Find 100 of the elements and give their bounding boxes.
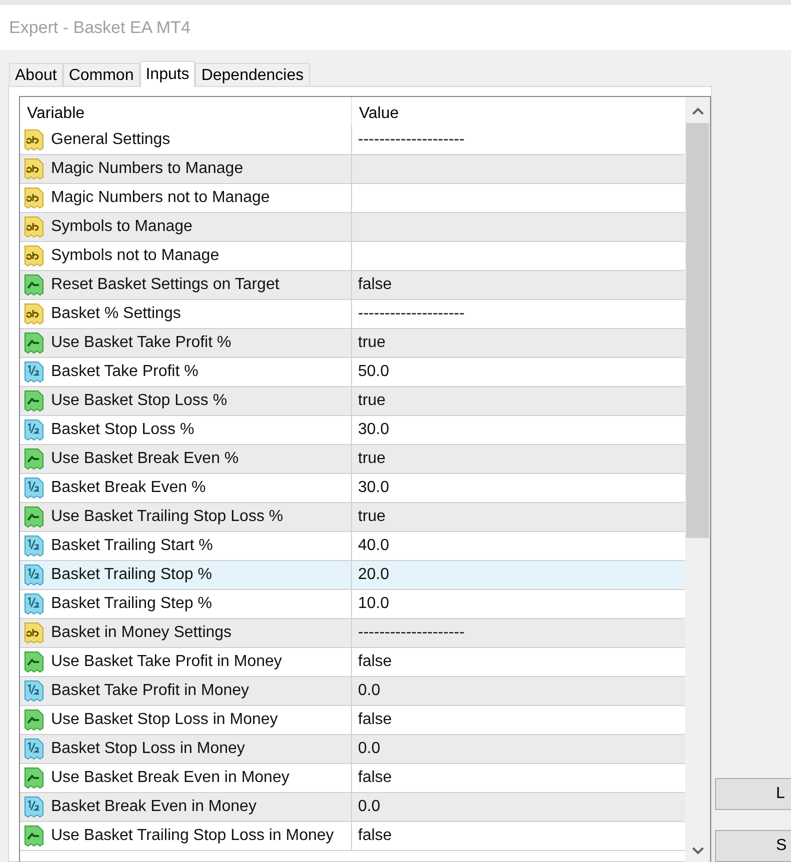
variable-name: Symbols not to Manage: [51, 246, 220, 266]
table-row[interactable]: Symbols to Manage: [20, 213, 685, 242]
toggle-type-icon: [23, 650, 45, 674]
number-type-icon: [23, 563, 45, 587]
scroll-thumb[interactable]: [686, 123, 709, 538]
variable-name: Basket Trailing Start %: [51, 536, 213, 556]
table-row[interactable]: Symbols not to Manage: [20, 242, 685, 271]
table-row[interactable]: Basket % Settings --------------------: [20, 300, 685, 329]
variable-value: 20.0: [358, 565, 390, 585]
table-row[interactable]: Basket Take Profit in Money 0.0: [20, 677, 685, 706]
dialog-button[interactable]: S: [715, 830, 791, 862]
variable-name: Basket Trailing Stop %: [51, 565, 212, 585]
tab[interactable]: Common: [62, 63, 140, 86]
window-title: Expert - Basket EA MT4: [9, 16, 190, 39]
variable-value: false: [358, 652, 392, 672]
table-row[interactable]: Use Basket Break Even % true: [20, 445, 685, 474]
table-row[interactable]: General Settings --------------------: [20, 126, 685, 155]
tab[interactable]: Inputs: [140, 61, 196, 87]
toggle-type-icon: [23, 708, 45, 732]
tab[interactable]: About: [9, 63, 63, 86]
variable-value: true: [358, 507, 386, 527]
variable-name: Basket Take Profit %: [51, 362, 198, 382]
table-row[interactable]: Basket Stop Loss in Money 0.0: [20, 735, 685, 764]
table-row[interactable]: Basket Trailing Start % 40.0: [20, 532, 685, 561]
variable-value: 0.0: [358, 681, 380, 701]
variable-value: true: [358, 391, 386, 411]
variable-name: Basket Stop Loss in Money: [51, 739, 245, 759]
string-type-icon: [23, 621, 45, 645]
variable-name: Use Basket Trailing Stop Loss %: [51, 507, 284, 527]
table-row[interactable]: Magic Numbers to Manage: [20, 155, 685, 184]
variable-value: 0.0: [358, 797, 380, 817]
variable-value: 0.0: [358, 739, 380, 759]
table-row[interactable]: Use Basket Take Profit in Money false: [20, 648, 685, 677]
scroll-up-icon[interactable]: [692, 107, 704, 115]
variable-name: Use Basket Stop Loss %: [51, 391, 228, 411]
variable-value: 30.0: [358, 420, 390, 440]
variable-value: --------------------: [358, 623, 465, 643]
variable-name: Use Basket Take Profit %: [51, 333, 232, 353]
number-type-icon: [23, 476, 45, 500]
variable-value: --------------------: [358, 304, 465, 324]
toggle-type-icon: [23, 389, 45, 413]
toggle-type-icon: [23, 447, 45, 471]
table-row[interactable]: Use Basket Trailing Stop Loss % true: [20, 503, 685, 532]
scroll-down-icon[interactable]: [692, 847, 704, 855]
table-row[interactable]: Basket Trailing Stop % 20.0: [20, 561, 685, 590]
variable-name: Reset Basket Settings on Target: [51, 275, 280, 295]
variable-value: 10.0: [358, 594, 390, 614]
variable-name: Basket Trailing Step %: [51, 594, 212, 614]
variable-name: Basket Stop Loss %: [51, 420, 194, 440]
scrollbar[interactable]: [685, 97, 710, 862]
variable-name: Basket % Settings: [51, 304, 181, 324]
number-type-icon: [23, 737, 45, 761]
string-type-icon: [23, 128, 45, 152]
variable-name: Magic Numbers to Manage: [51, 159, 244, 179]
table-row[interactable]: Magic Numbers not to Manage: [20, 184, 685, 213]
table-row[interactable]: Use Basket Stop Loss % true: [20, 387, 685, 416]
variable-value: 30.0: [358, 478, 390, 498]
table-row[interactable]: Use Basket Break Even in Money false: [20, 764, 685, 793]
dialog-button[interactable]: L: [715, 778, 791, 810]
string-type-icon: [23, 157, 45, 181]
variable-value: 50.0: [358, 362, 390, 382]
variable-name: Basket Break Even in Money: [51, 797, 256, 817]
column-header[interactable]: Value: [352, 97, 685, 126]
toggle-type-icon: [23, 273, 45, 297]
table-row[interactable]: Basket Break Even % 30.0: [20, 474, 685, 503]
variable-value: 40.0: [358, 536, 390, 556]
variable-value: false: [358, 768, 392, 788]
toggle-type-icon: [23, 766, 45, 790]
variable-value: false: [358, 826, 392, 846]
string-type-icon: [23, 215, 45, 239]
table-row[interactable]: Basket in Money Settings --------------------: [20, 619, 685, 648]
variable-name: Magic Numbers not to Manage: [51, 188, 270, 208]
number-type-icon: [23, 795, 45, 819]
table-row[interactable]: Use Basket Stop Loss in Money false: [20, 706, 685, 735]
table-row[interactable]: Basket Break Even in Money 0.0: [20, 793, 685, 822]
variable-name: Symbols to Manage: [51, 217, 192, 237]
variable-value: true: [358, 333, 386, 353]
variable-value: --------------------: [358, 130, 465, 150]
variable-name: Use Basket Stop Loss in Money: [51, 710, 278, 730]
toggle-type-icon: [23, 505, 45, 529]
string-type-icon: [23, 186, 45, 210]
table-row[interactable]: Reset Basket Settings on Target false: [20, 271, 685, 300]
string-type-icon: [23, 244, 45, 268]
table-row[interactable]: Basket Take Profit % 50.0: [20, 358, 685, 387]
variable-name: Use Basket Take Profit in Money: [51, 652, 282, 672]
variable-value: false: [358, 275, 392, 295]
toggle-type-icon: [23, 331, 45, 355]
number-type-icon: [23, 418, 45, 442]
table-row[interactable]: Basket Trailing Step % 10.0: [20, 590, 685, 619]
variable-name: Use Basket Break Even in Money: [51, 768, 290, 788]
tab[interactable]: Dependencies: [195, 63, 310, 86]
variable-value: true: [358, 449, 386, 469]
number-type-icon: [23, 534, 45, 558]
table-row[interactable]: Basket Stop Loss % 30.0: [20, 416, 685, 445]
table-row[interactable]: Use Basket Take Profit % true: [20, 329, 685, 358]
variable-name: General Settings: [51, 130, 170, 150]
number-type-icon: [23, 679, 45, 703]
variable-value: false: [358, 710, 392, 730]
table-row[interactable]: Use Basket Trailing Stop Loss in Money false: [20, 822, 685, 851]
variable-name: Basket Take Profit in Money: [51, 681, 250, 701]
